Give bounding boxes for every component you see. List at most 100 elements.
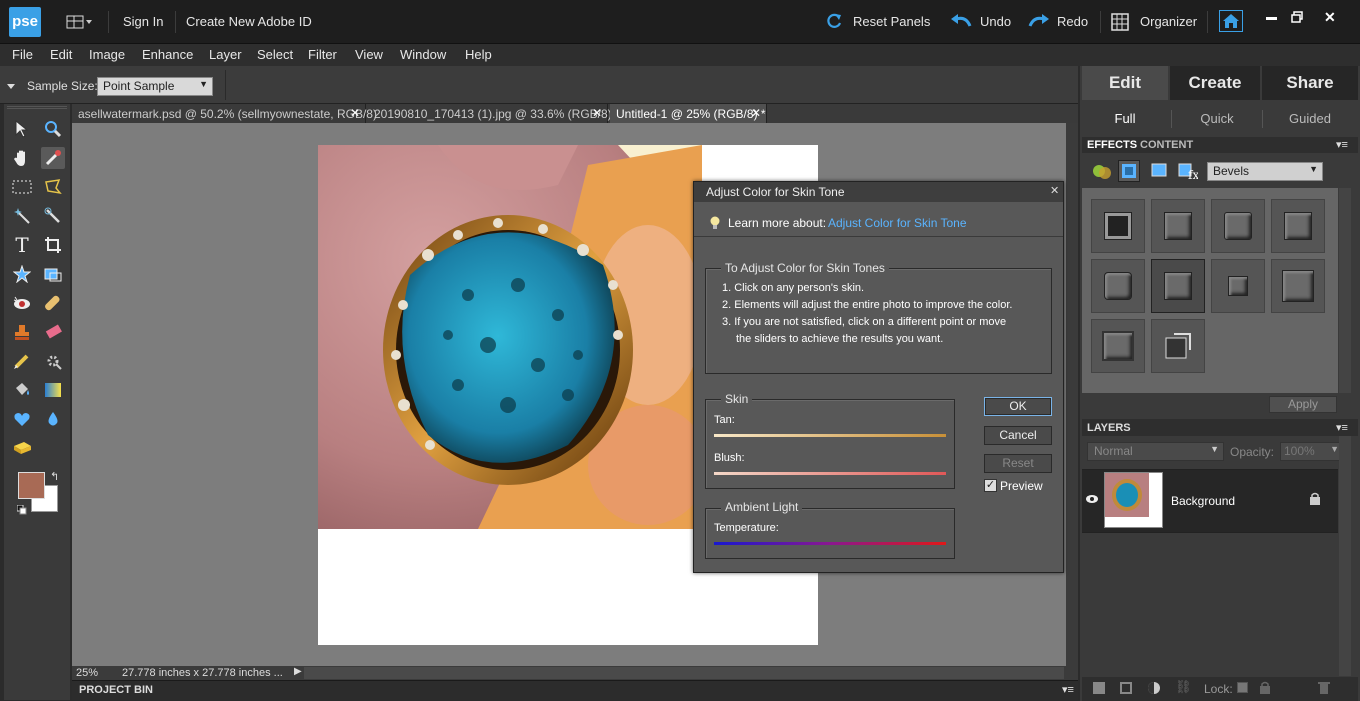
bevel-effect-thumbnail[interactable] xyxy=(1211,259,1265,313)
pencil-tool-icon[interactable] xyxy=(10,350,34,372)
menu-view[interactable]: View xyxy=(355,47,383,62)
lock-transparent-icon[interactable] xyxy=(1237,682,1248,693)
marquee-tool-icon[interactable] xyxy=(10,176,34,198)
bevel-effect-thumbnail[interactable] xyxy=(1091,199,1145,253)
organizer-button[interactable]: Organizer xyxy=(1140,14,1197,29)
lock-all-icon[interactable] xyxy=(1259,681,1271,697)
red-eye-tool-icon[interactable] xyxy=(10,292,34,314)
tab-edit[interactable]: Edit xyxy=(1082,66,1168,100)
cancel-button[interactable]: Cancel xyxy=(984,426,1052,445)
learn-more-link[interactable]: Adjust Color for Skin Tone xyxy=(828,216,967,230)
subtab-full[interactable]: Full xyxy=(1082,104,1168,134)
menu-enhance[interactable]: Enhance xyxy=(142,47,193,62)
delete-layer-icon[interactable] xyxy=(1318,681,1330,698)
eraser-tool-icon[interactable] xyxy=(41,321,65,343)
home-icon[interactable] xyxy=(1219,10,1243,32)
quick-selection-tool-icon[interactable] xyxy=(41,205,65,227)
eyedropper-tool-icon[interactable] xyxy=(41,147,65,169)
dialog-close-icon[interactable]: ✕ xyxy=(1050,184,1059,197)
magic-wand-tool-icon[interactable] xyxy=(10,205,34,227)
bevel-effect-thumbnail[interactable] xyxy=(1271,199,1325,253)
menu-layer[interactable]: Layer xyxy=(209,47,242,62)
create-adobe-id-link[interactable]: Create New Adobe ID xyxy=(186,14,312,29)
sign-in-link[interactable]: Sign In xyxy=(123,14,163,29)
project-bin-title[interactable]: PROJECT BIN xyxy=(79,684,153,696)
preview-label[interactable]: Preview xyxy=(1000,479,1043,493)
layers-panel-title[interactable]: LAYERS xyxy=(1087,422,1131,434)
redo-icon[interactable] xyxy=(1028,12,1050,33)
menu-help[interactable]: Help xyxy=(465,47,492,62)
healing-brush-tool-icon[interactable] xyxy=(41,292,65,314)
layer-styles-icon[interactable] xyxy=(1092,161,1112,184)
foreground-color-swatch[interactable] xyxy=(18,472,45,499)
close-tab-icon[interactable]: ✕ xyxy=(751,106,761,120)
layers-scrollbar[interactable] xyxy=(1339,436,1351,676)
tab-create[interactable]: Create xyxy=(1170,66,1260,100)
workspace-menu-icon[interactable] xyxy=(66,13,100,31)
smart-brush-tool-icon[interactable] xyxy=(41,350,65,372)
bevels-category-icon[interactable] xyxy=(1118,160,1140,182)
redo-button[interactable]: Redo xyxy=(1057,14,1088,29)
opacity-input[interactable]: 100% ▼ xyxy=(1280,442,1344,461)
paint-bucket-tool-icon[interactable] xyxy=(10,379,34,401)
reset-panels-icon[interactable] xyxy=(824,11,844,34)
effects-scrollbar[interactable] xyxy=(1339,188,1351,393)
effects-category-select[interactable]: Bevels ▼ xyxy=(1207,162,1323,181)
minimize-icon[interactable] xyxy=(1266,17,1277,20)
gradient-tool-icon[interactable] xyxy=(41,379,65,401)
undo-icon[interactable] xyxy=(950,12,972,33)
menu-select[interactable]: Select xyxy=(257,47,293,62)
bevel-effect-thumbnail[interactable] xyxy=(1151,319,1205,373)
tab-untitled-1[interactable]: Untitled-1 @ 25% (RGB/8) * xyxy=(610,104,767,123)
ring-photo[interactable] xyxy=(318,145,702,529)
add-mask-icon[interactable] xyxy=(1120,682,1132,694)
lasso-tool-icon[interactable] xyxy=(41,176,65,198)
close-tab-icon[interactable]: ✕ xyxy=(350,106,360,120)
bevel-effect-thumbnail[interactable] xyxy=(1271,259,1325,313)
apply-button[interactable]: Apply xyxy=(1269,396,1337,413)
vertical-scrollbar[interactable] xyxy=(1066,123,1078,666)
recompose-tool-icon[interactable] xyxy=(41,263,65,285)
menu-edit[interactable]: Edit xyxy=(50,47,72,62)
status-menu-arrow-icon[interactable]: ▶ xyxy=(294,666,302,677)
horizontal-scrollbar[interactable] xyxy=(304,667,1064,679)
options-collapse-icon[interactable] xyxy=(7,79,15,93)
filters-icon[interactable]: fx xyxy=(1178,161,1199,184)
reset-button[interactable]: Reset xyxy=(984,454,1052,473)
zoom-tool-icon[interactable] xyxy=(41,118,65,140)
link-layers-icon[interactable]: ⛓ xyxy=(1175,679,1192,695)
temperature-slider[interactable] xyxy=(714,542,946,545)
panel-menu-icon[interactable]: ▾≡ xyxy=(1336,138,1348,151)
clone-stamp-tool-icon[interactable] xyxy=(10,321,34,343)
sponge-tool-icon[interactable] xyxy=(10,437,34,459)
crop-tool-icon[interactable] xyxy=(41,234,65,256)
move-tool-icon[interactable] xyxy=(10,118,34,140)
close-window-icon[interactable]: ✕ xyxy=(1324,9,1336,26)
photo-effects-icon[interactable] xyxy=(1151,163,1167,180)
menu-file[interactable]: File xyxy=(12,47,33,62)
bevel-effect-thumbnail[interactable] xyxy=(1091,259,1145,313)
bevel-effect-thumbnail[interactable] xyxy=(1151,259,1205,313)
menu-window[interactable]: Window xyxy=(400,47,446,62)
tan-slider[interactable] xyxy=(714,434,946,437)
blush-slider[interactable] xyxy=(714,472,946,475)
blur-tool-icon[interactable] xyxy=(41,408,65,430)
preview-checkbox[interactable]: ✓ xyxy=(984,479,997,492)
cookie-cutter-tool-icon[interactable] xyxy=(10,408,34,430)
zoom-level[interactable]: 25% xyxy=(76,667,98,679)
panel-menu-icon[interactable]: ▾≡ xyxy=(1336,421,1348,434)
menu-filter[interactable]: Filter xyxy=(308,47,337,62)
reset-panels-button[interactable]: Reset Panels xyxy=(853,14,930,29)
adjustment-layer-icon[interactable] xyxy=(1147,681,1161,698)
undo-button[interactable]: Undo xyxy=(980,14,1011,29)
swap-colors-icon[interactable]: ↰ xyxy=(50,470,59,483)
tab-20190810[interactable]: 20190810_170413 (1).jpg @ 33.6% (RGB/8) … xyxy=(368,104,620,123)
bevel-effect-thumbnail[interactable] xyxy=(1211,199,1265,253)
hand-tool-icon[interactable] xyxy=(10,147,34,169)
panel-menu-icon[interactable]: ▾≡ xyxy=(1062,683,1074,696)
default-colors-icon[interactable] xyxy=(16,504,27,518)
new-layer-icon[interactable] xyxy=(1093,682,1105,694)
effects-tab[interactable]: EFFECTS xyxy=(1087,139,1137,151)
tab-asellwatermark[interactable]: asellwatermark.psd @ 50.2% (sellmyownest… xyxy=(72,104,377,123)
subtab-guided[interactable]: Guided xyxy=(1264,104,1356,134)
